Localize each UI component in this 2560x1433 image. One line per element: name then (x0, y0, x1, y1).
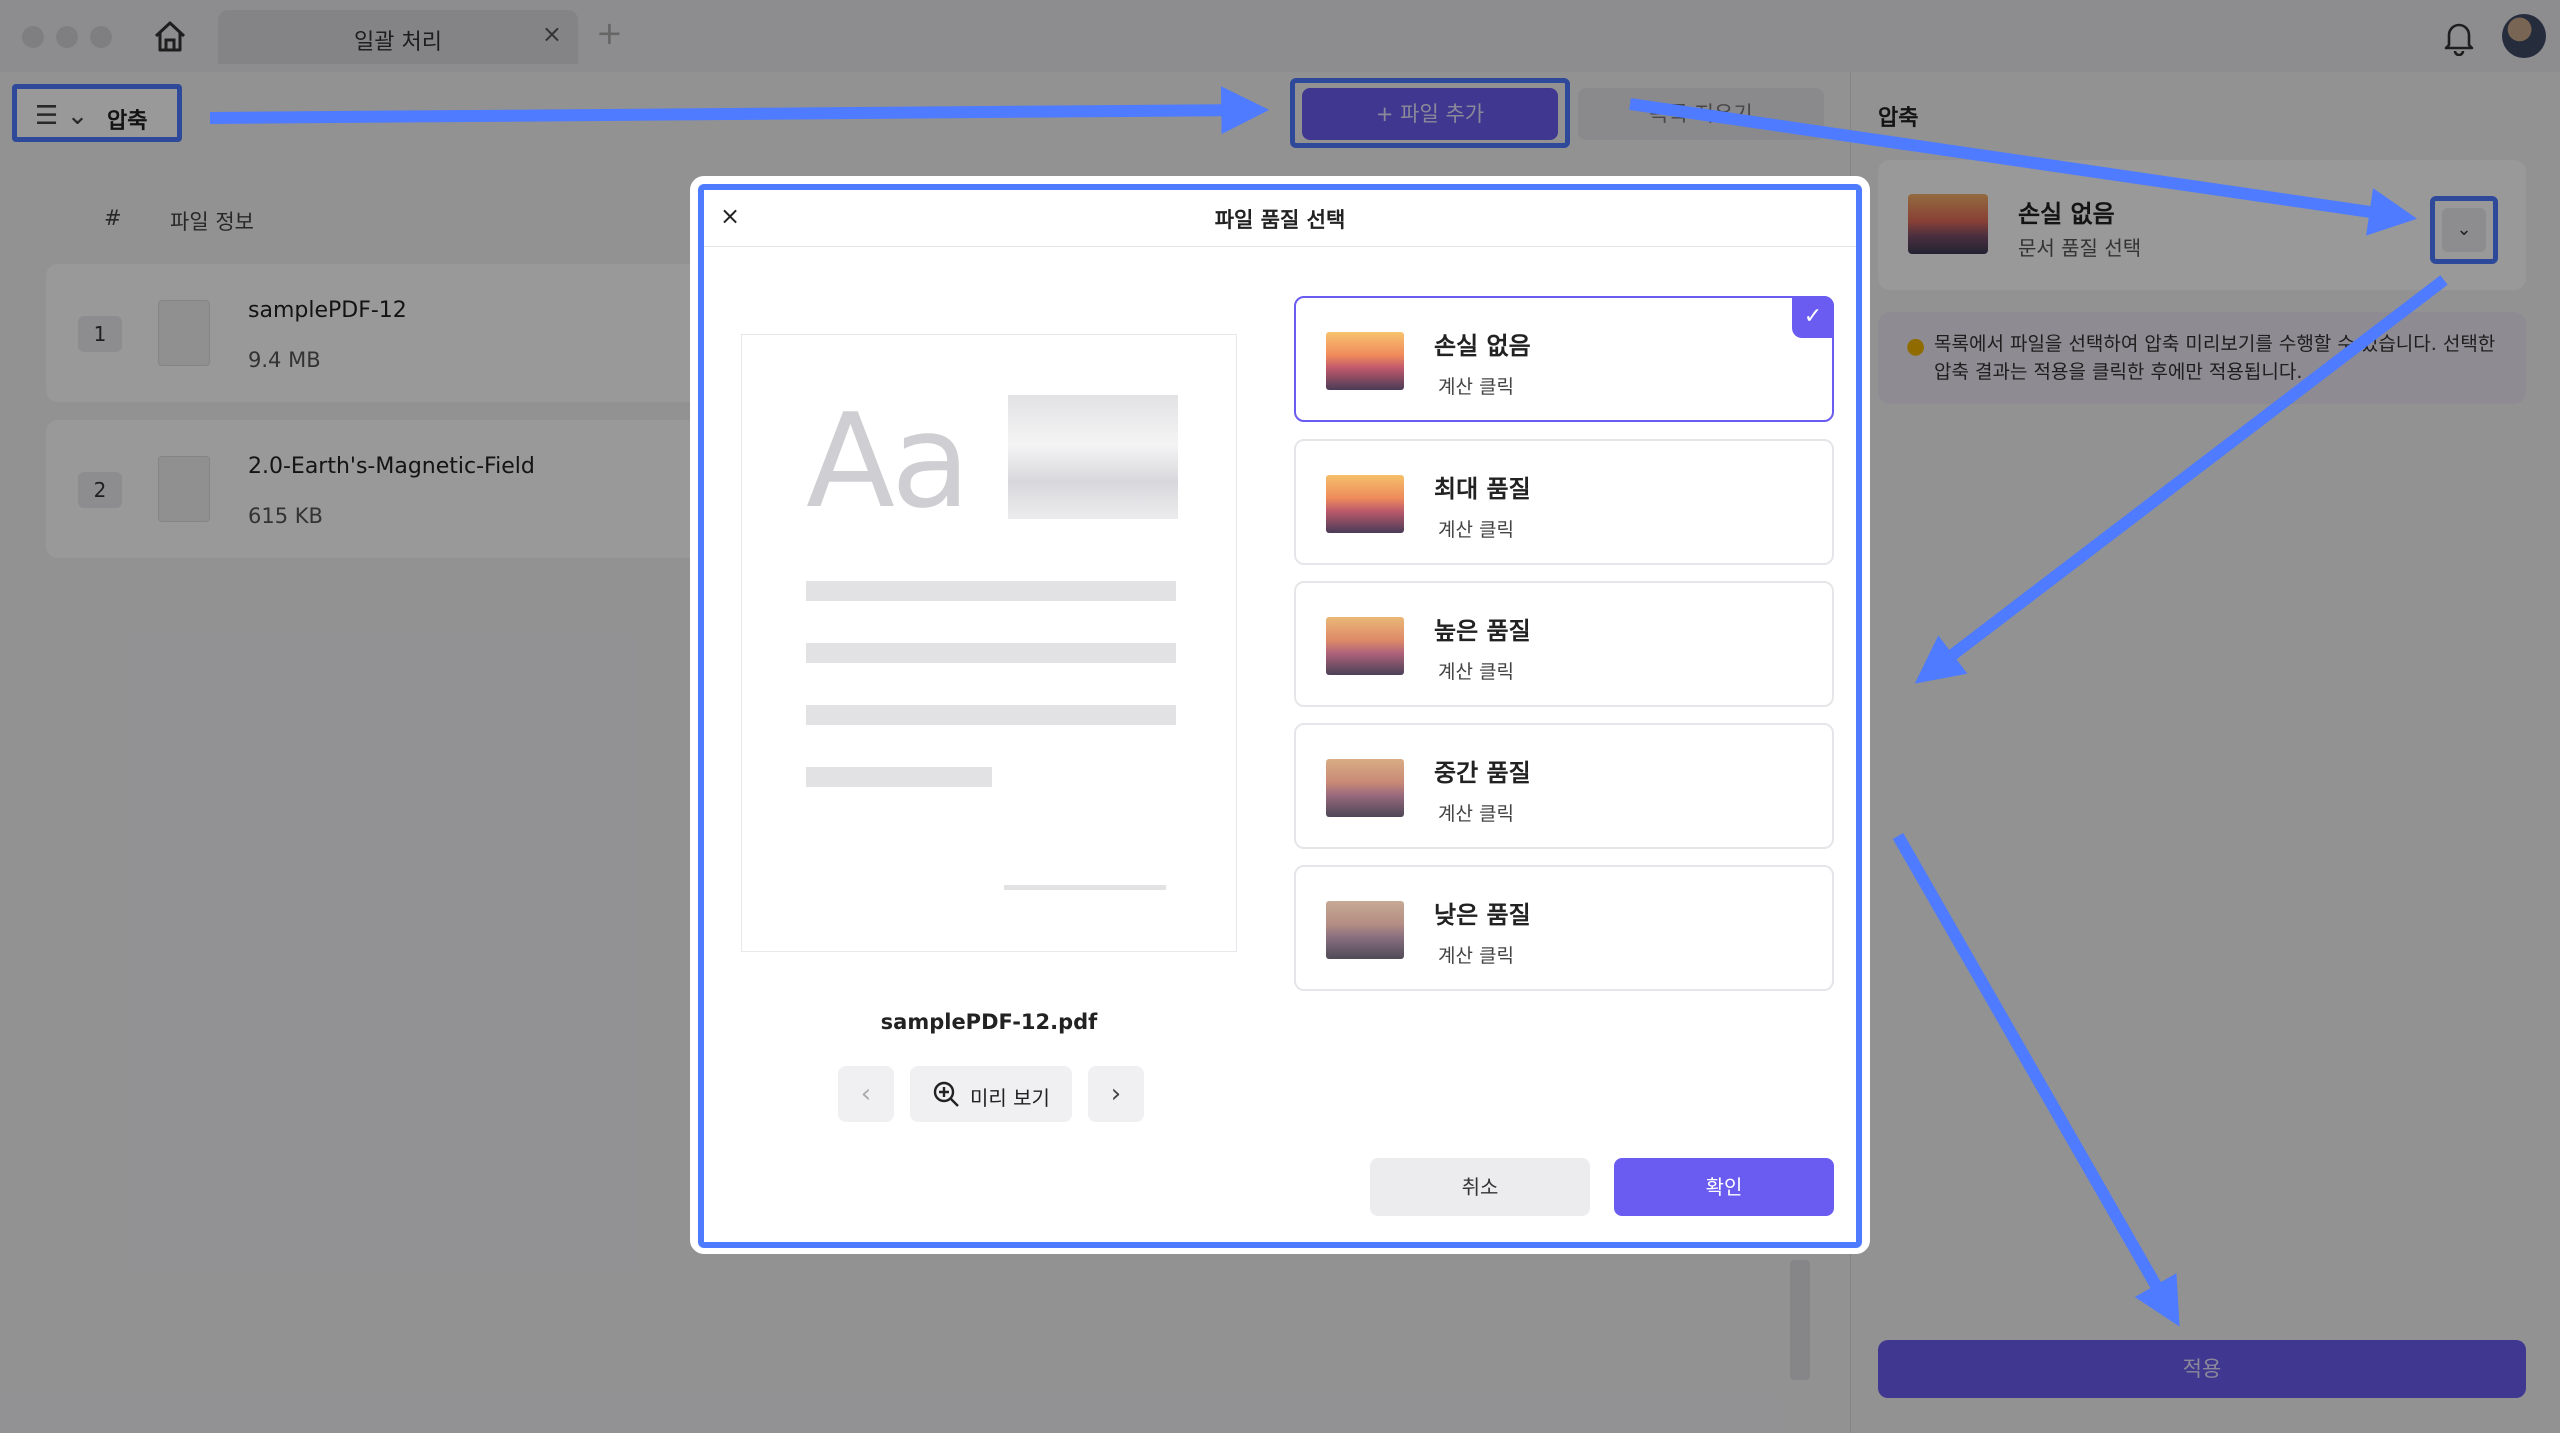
quality-option-lossless[interactable]: 손실 없음 계산 클릭 ✓ (1294, 296, 1834, 422)
preview-text-line (806, 643, 1176, 663)
preview-text-line (806, 705, 1176, 725)
quality-option-low[interactable]: 낮은 품질 계산 클릭 (1294, 865, 1834, 991)
quality-thumbnail (1326, 332, 1404, 390)
document-preview: Aa (742, 335, 1236, 951)
quality-option-high[interactable]: 높은 품질 계산 클릭 (1294, 581, 1834, 707)
dialog-highlight-frame: × 파일 품질 선택 Aa samplePDF-12.pdf ‹ 미리 보기 ›… (698, 184, 1862, 1248)
quality-title: 높은 품질 (1434, 617, 1531, 645)
quality-subtitle: 계산 클릭 (1438, 803, 1514, 825)
quality-title: 낮은 품질 (1434, 901, 1531, 929)
quality-thumbnail (1326, 901, 1404, 959)
quality-subtitle: 계산 클릭 (1438, 519, 1514, 541)
dialog-divider (704, 246, 1856, 247)
zoom-in-icon (933, 1081, 959, 1107)
preview-file-name: samplePDF-12.pdf (880, 1010, 1098, 1034)
quality-subtitle: 계산 클릭 (1438, 661, 1514, 683)
cancel-button[interactable]: 취소 (1370, 1158, 1590, 1216)
preview-button[interactable]: 미리 보기 (910, 1066, 1072, 1122)
quality-title: 손실 없음 (1434, 332, 1531, 360)
quality-option-medium[interactable]: 중간 품질 계산 클릭 (1294, 723, 1834, 849)
preview-label: 미리 보기 (970, 1086, 1050, 1110)
quality-subtitle: 계산 클릭 (1438, 945, 1514, 967)
next-page-button[interactable]: › (1088, 1066, 1144, 1122)
preview-text-line (806, 581, 1176, 601)
quality-title: 최대 품질 (1434, 475, 1531, 503)
preview-text-line (806, 767, 992, 787)
dialog-title: 파일 품질 선택 (1214, 208, 1346, 232)
quality-title: 중간 품질 (1434, 759, 1531, 787)
quality-option-maximum[interactable]: 최대 품질 계산 클릭 (1294, 439, 1834, 565)
quality-thumbnail (1326, 759, 1404, 817)
quality-subtitle: 계산 클릭 (1438, 376, 1514, 398)
preview-footer-line (1004, 885, 1166, 890)
check-icon: ✓ (1792, 296, 1834, 338)
preview-sample-text: Aa (806, 385, 971, 537)
quality-thumbnail (1326, 617, 1404, 675)
file-quality-dialog: × 파일 품질 선택 Aa samplePDF-12.pdf ‹ 미리 보기 ›… (690, 176, 1870, 1254)
preview-sample-image (1008, 395, 1178, 519)
confirm-button[interactable]: 확인 (1614, 1158, 1834, 1216)
quality-thumbnail (1326, 475, 1404, 533)
previous-page-button[interactable]: ‹ (838, 1066, 894, 1122)
